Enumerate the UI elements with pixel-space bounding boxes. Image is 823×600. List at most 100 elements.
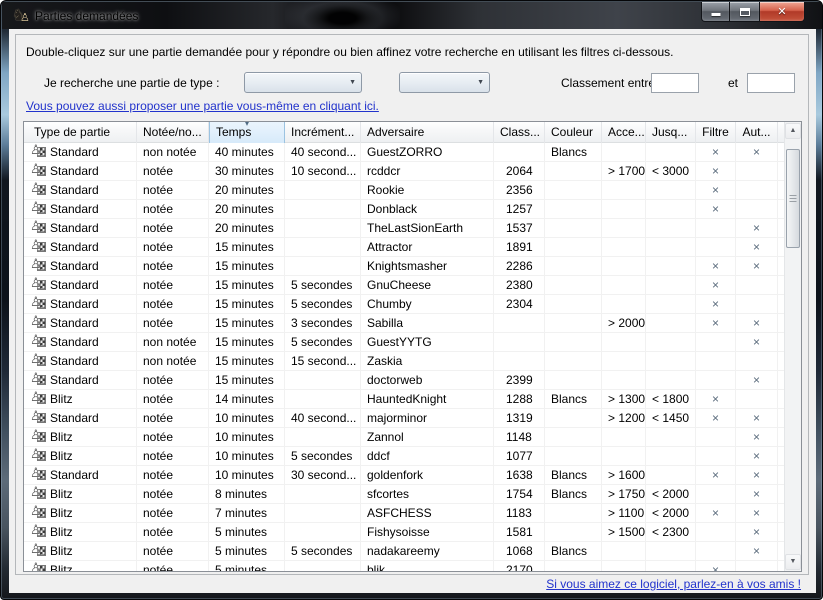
column-header-time[interactable]: Temps▾: [209, 122, 285, 143]
table-row[interactable]: ♙Standardnon notée40 minutes40 second...…: [24, 143, 784, 162]
cell-rating: 1257: [494, 200, 545, 219]
maximize-button[interactable]: [730, 2, 760, 22]
rating-max-input[interactable]: [747, 73, 795, 93]
cell-rating: 1077: [494, 447, 545, 466]
cell-type: ♙Standard: [24, 352, 137, 371]
cell-type: ♙Standard: [24, 219, 137, 238]
cell-opponent: TheLastSionEarth: [361, 219, 494, 238]
column-header-filter[interactable]: Filtre: [696, 122, 736, 143]
table-row[interactable]: ♙Blitznotée5 minutesFishysoisse1581> 150…: [24, 523, 784, 542]
cell-below: < 2300: [646, 523, 696, 542]
table-row[interactable]: ♙Standardnotée15 minutesdoctorweb2399×: [24, 371, 784, 390]
cell-opponent: rcddcr: [361, 162, 494, 181]
cell-below: [646, 352, 696, 371]
column-header-color[interactable]: Couleur: [545, 122, 602, 143]
cell-auto: ×: [736, 143, 778, 162]
scroll-down-button[interactable]: ▼: [785, 554, 801, 570]
cell-filter: ×: [696, 181, 736, 200]
table-row[interactable]: ♙Standardnotée20 minutesDonblack1257×: [24, 200, 784, 219]
cell-filter: [696, 523, 736, 542]
cell-rated: notée: [137, 504, 209, 523]
cell-increment: 5 secondes: [285, 447, 361, 466]
cell-increment: [285, 428, 361, 447]
table-row[interactable]: ♙Blitznotée5 minutesblik2170×: [24, 561, 784, 571]
cell-filter: ×: [696, 390, 736, 409]
column-header-rated[interactable]: Notée/no...: [137, 122, 209, 143]
column-header-opponent[interactable]: Adversaire: [361, 122, 494, 143]
scroll-up-button[interactable]: ▲: [785, 123, 801, 139]
cell-increment: 30 second...: [285, 466, 361, 485]
cell-rating: 2356: [494, 181, 545, 200]
chess-piece-icon: ♙: [30, 144, 47, 158]
table-row[interactable]: ♙Standardnotée10 minutes30 second...gold…: [24, 466, 784, 485]
cell-auto: ×: [736, 219, 778, 238]
table-row[interactable]: ♙Blitznotée14 minutesHauntedKnight1288Bl…: [24, 390, 784, 409]
cell-rated: notée: [137, 485, 209, 504]
cell-above: > 1200: [602, 409, 646, 428]
cell-filter: [696, 542, 736, 561]
minimize-button[interactable]: [701, 2, 730, 22]
cell-rating: 2064: [494, 162, 545, 181]
table-row[interactable]: ♙Blitznotée10 minutesZannol1148×: [24, 428, 784, 447]
propose-game-link[interactable]: Vous pouvez aussi proposer une partie vo…: [26, 99, 379, 113]
cell-rating: [494, 314, 545, 333]
table-row[interactable]: ♙Standardnotée15 minutesKnightsmasher228…: [24, 257, 784, 276]
table-row[interactable]: ♙Standardnotée15 minutesAttractor1891×: [24, 238, 784, 257]
cell-increment: [285, 561, 361, 571]
cell-increment: 3 secondes: [285, 314, 361, 333]
column-header-type[interactable]: Type de partie: [24, 122, 137, 143]
cell-type: ♙Standard: [24, 466, 137, 485]
table-row[interactable]: ♙Standardnotée20 minutesRookie2356×: [24, 181, 784, 200]
game-type-combobox[interactable]: ▼: [244, 72, 362, 93]
table-row[interactable]: ♙Standardnon notée15 minutes15 second...…: [24, 352, 784, 371]
table-row[interactable]: ♙Standardnotée30 minutes10 second...rcdd…: [24, 162, 784, 181]
cell-color: [545, 238, 602, 257]
column-header-auto[interactable]: Aut...: [736, 122, 778, 143]
cell-time: 14 minutes: [209, 390, 285, 409]
column-header-label: Filtre: [702, 125, 729, 139]
cell-color: Blancs: [545, 390, 602, 409]
title-bar[interactable]: ♞ ♙ Parties demandées ✕: [2, 2, 823, 29]
scrollbar-thumb[interactable]: [786, 149, 800, 248]
table-row[interactable]: ♙Blitznotée8 minutessfcortes1754Blancs> …: [24, 485, 784, 504]
secondary-filter-combobox[interactable]: ▼: [399, 72, 490, 93]
table-row[interactable]: ♙Standardnotée20 minutesTheLastSionEarth…: [24, 219, 784, 238]
cell-opponent: Fishysoisse: [361, 523, 494, 542]
column-header-increment[interactable]: Incrément...: [285, 122, 361, 143]
rating-min-input[interactable]: [651, 73, 699, 93]
chess-piece-icon: ♙: [30, 467, 47, 481]
chess-piece-icon: ♙: [30, 201, 47, 215]
cell-time: 10 minutes: [209, 466, 285, 485]
cell-filter: ×: [696, 504, 736, 523]
cell-above: [602, 333, 646, 352]
table-row[interactable]: ♙Blitznotée5 minutes5 secondesnadakareem…: [24, 542, 784, 561]
table-row[interactable]: ♙Standardnotée15 minutes5 secondesGnuChe…: [24, 276, 784, 295]
table-row[interactable]: ♙Standardnotée15 minutes5 secondesChumby…: [24, 295, 784, 314]
chess-piece-icon: ♙: [30, 543, 47, 557]
cell-time: 15 minutes: [209, 257, 285, 276]
table-row[interactable]: ♙Standardnon notée15 minutes5 secondesGu…: [24, 333, 784, 352]
cell-rating: 2380: [494, 276, 545, 295]
column-header-rating[interactable]: Class...: [494, 122, 545, 143]
cell-filter: [696, 238, 736, 257]
tell-friends-link[interactable]: Si vous aimez ce logiciel, parlez-en à v…: [546, 577, 801, 591]
cell-opponent: goldenfork: [361, 466, 494, 485]
table-row[interactable]: ♙Standardnotée15 minutes3 secondesSabill…: [24, 314, 784, 333]
cell-type: ♙Blitz: [24, 561, 137, 571]
column-header-below[interactable]: Jusq...: [646, 122, 696, 143]
table-row[interactable]: ♙Standardnotée10 minutes40 second...majo…: [24, 409, 784, 428]
cell-auto: [736, 162, 778, 181]
cell-below: [646, 295, 696, 314]
cell-below: [646, 181, 696, 200]
cell-increment: [285, 219, 361, 238]
close-button[interactable]: ✕: [760, 2, 805, 22]
table-row[interactable]: ♙Blitznotée10 minutes5 secondesddcf1077×: [24, 447, 784, 466]
cell-opponent: Sabilla: [361, 314, 494, 333]
cell-increment: [285, 238, 361, 257]
column-header-above[interactable]: Acce...: [602, 122, 646, 143]
cell-filter: [696, 219, 736, 238]
vertical-scrollbar[interactable]: ▲ ▼: [784, 122, 801, 571]
cell-auto: ×: [736, 428, 778, 447]
table-row[interactable]: ♙Blitznotée7 minutesASFCHESS1183> 1100< …: [24, 504, 784, 523]
cell-rating: 1537: [494, 219, 545, 238]
